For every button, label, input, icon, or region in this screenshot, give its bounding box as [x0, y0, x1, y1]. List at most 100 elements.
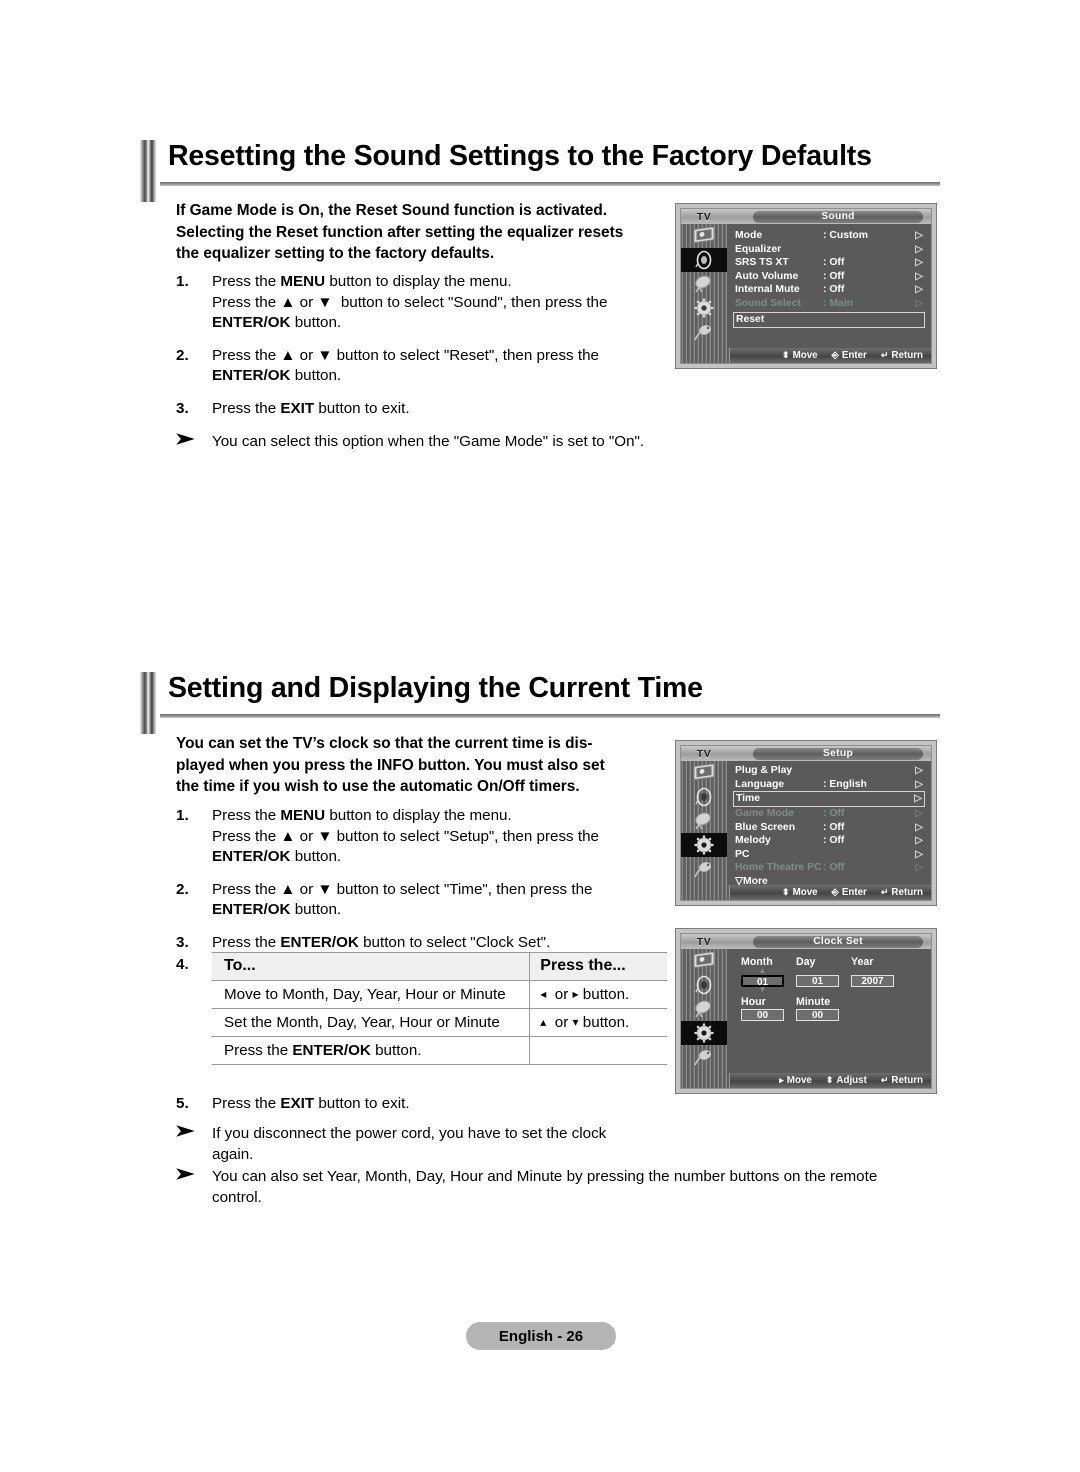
return-arrow-icon: ↵	[880, 1075, 889, 1085]
osd-row-value: : Off	[823, 270, 845, 282]
osd-icon-rail	[681, 761, 727, 885]
osd-row-label: Blue Screen	[735, 821, 796, 833]
setup-gear-icon[interactable]	[681, 296, 727, 320]
osd-row[interactable]: Equalizer ▷	[735, 243, 923, 257]
chevron-right-icon: ▷	[915, 297, 923, 309]
osd-icon-rail	[681, 224, 727, 348]
chevron-right-icon: ▷	[915, 862, 923, 873]
osd-footer-label: Move	[792, 350, 818, 361]
channel-icon[interactable]	[681, 272, 727, 296]
picture-icon[interactable]	[681, 949, 727, 973]
osd-row-label: Reset	[736, 314, 765, 325]
clock-label-day: Day	[796, 956, 816, 968]
osd-row[interactable]: Plug & Play ▷	[735, 764, 923, 778]
chevron-right-icon: ▷	[914, 793, 922, 804]
clock-field-hour[interactable]: 00	[741, 1009, 784, 1021]
osd-body: Month Day Year ▲ 01 01 2007 ▼ Hour Minut…	[681, 949, 931, 1073]
osd-row-selected[interactable]: Reset	[733, 312, 925, 328]
osd-row-label: Melody	[735, 835, 771, 846]
osd-setup-menu: TV Setup Plug & Play ▷ Language: Englis…	[675, 740, 937, 906]
osd-footer-label: Adjust	[836, 1075, 867, 1086]
input-plug-icon[interactable]	[681, 1045, 727, 1069]
osd-footer-adjust: ⬍ Adjust	[826, 1075, 867, 1086]
clock-label-minute: Minute	[796, 996, 831, 1008]
osd-row[interactable]: SRS TS XT : Off ▷	[735, 256, 923, 270]
osd-footer-move: ▸ Move	[779, 1075, 812, 1086]
osd-row-value: : Off	[823, 862, 845, 873]
sound-icon[interactable]	[681, 973, 727, 997]
up-arrow-icon: ▴	[540, 1014, 547, 1029]
osd-row[interactable]: Mode : Custom ▷	[735, 229, 923, 243]
osd-titlebar: TV Clock Set	[681, 934, 931, 949]
osd-footer-rail	[681, 1073, 730, 1088]
up-arrow-icon[interactable]: ▲	[741, 967, 784, 975]
chevron-right-icon: ▷	[915, 230, 923, 241]
section-heading: Setting and Displaying the Current Time	[140, 672, 940, 734]
osd-menu-list: Plug & Play ▷ Language : English ▷ Time …	[727, 761, 931, 887]
note-bullet-icon: ➤	[174, 1166, 195, 1184]
osd-row-disabled: Game Mode : Off ▷	[735, 807, 923, 821]
osd-row-selected[interactable]: Time ▷	[733, 791, 925, 807]
note-item: ➤ You can also set Year, Month, Day, Hou…	[174, 1166, 916, 1208]
osd-row-disabled: Sound Select : Main ▷	[735, 297, 923, 311]
osd-footer-move: ⬍ Move	[782, 887, 818, 898]
osd-row-label: Game Mode	[735, 808, 794, 819]
osd-row-label: Internal Mute	[735, 284, 800, 295]
osd-row[interactable]: Auto Volume : Off ▷	[735, 270, 923, 284]
channel-icon[interactable]	[681, 997, 727, 1021]
table-header-row: To... Press the...	[212, 952, 667, 981]
osd-menu-list: Mode : Custom ▷ Equalizer ▷ SRS TS XT : …	[727, 224, 931, 348]
osd-footer-label: Return	[891, 350, 923, 361]
chevron-right-icon: ▷	[915, 778, 923, 790]
setup-gear-icon[interactable]	[681, 833, 727, 857]
sound-icon[interactable]	[681, 785, 727, 809]
osd-row[interactable]: PC ▷	[735, 848, 923, 862]
osd-row[interactable]: Blue Screen : Off ▷	[735, 821, 923, 835]
osd-menu-title: Clock Set	[753, 935, 923, 948]
chevron-right-icon: ▷	[915, 284, 923, 295]
step-line: Press the MENU button to display the men…	[212, 807, 512, 824]
setup-gear-icon[interactable]	[681, 1021, 727, 1045]
heading-rule	[160, 182, 940, 186]
osd-row-label: Sound Select	[735, 297, 801, 309]
step-number: 3.	[176, 399, 189, 417]
updown-arrow-icon: ⬍	[825, 1075, 834, 1085]
osd-footer-move: ⬍ Move	[782, 350, 818, 361]
updown-arrow-icon: ⬍	[782, 350, 790, 360]
osd-body: Mode : Custom ▷ Equalizer ▷ SRS TS XT : …	[681, 224, 931, 348]
chevron-right-icon: ▷	[915, 243, 923, 255]
osd-row-label: Auto Volume	[735, 270, 799, 282]
intro-paragraph-2: You can set the TV’s clock so that the c…	[176, 735, 605, 795]
input-plug-icon[interactable]	[681, 320, 727, 344]
note-text: If you disconnect the power cord, you ha…	[212, 1125, 607, 1163]
osd-sound-menu: TV Sound Mode: Custom ▷ Equalizer ▷ SRS…	[675, 203, 937, 369]
enter-key-icon: ⎆	[831, 350, 839, 360]
osd-row[interactable]: Language : English ▷	[735, 778, 923, 792]
clock-field-minute[interactable]: 00	[796, 1009, 839, 1021]
table-cell-button	[529, 1036, 667, 1065]
table: To... Press the... Move to Month, Day, Y…	[212, 952, 667, 1065]
osd-row[interactable]: Melody : Off ▷	[735, 834, 923, 848]
picture-icon[interactable]	[681, 761, 727, 785]
osd-footer-return: ↵ Return	[881, 1075, 923, 1086]
clock-field-day[interactable]: 01	[796, 975, 839, 987]
osd-menu-title: Setup	[753, 747, 923, 760]
down-arrow-icon[interactable]: ▼	[741, 986, 784, 994]
step-line: Press the EXIT button to exit.	[212, 1095, 410, 1112]
clock-field-year[interactable]: 2007	[851, 975, 894, 987]
chevron-right-icon: ▷	[915, 257, 923, 268]
osd-inner: TV Clock Set Month Day Year ▲ 01 01 2007…	[680, 933, 932, 1089]
osd-row[interactable]: Internal Mute : Off ▷	[735, 283, 923, 297]
channel-icon[interactable]	[681, 809, 727, 833]
osd-titlebar: TV Sound	[681, 209, 931, 224]
osd-row-value: : Off	[823, 257, 845, 268]
step-number: 2.	[176, 346, 189, 364]
input-plug-icon[interactable]	[681, 857, 727, 881]
button-word: button.	[582, 985, 630, 1003]
osd-footer: ⬍ Move ⎆ Enter ↵ Return	[681, 348, 931, 363]
osd-body: Plug & Play ▷ Language : English ▷ Time …	[681, 761, 931, 887]
chevron-right-icon: ▷	[915, 270, 923, 282]
page-title: Resetting the Sound Settings to the Fact…	[168, 140, 872, 172]
picture-icon[interactable]	[681, 224, 727, 248]
sound-icon[interactable]	[681, 248, 727, 272]
